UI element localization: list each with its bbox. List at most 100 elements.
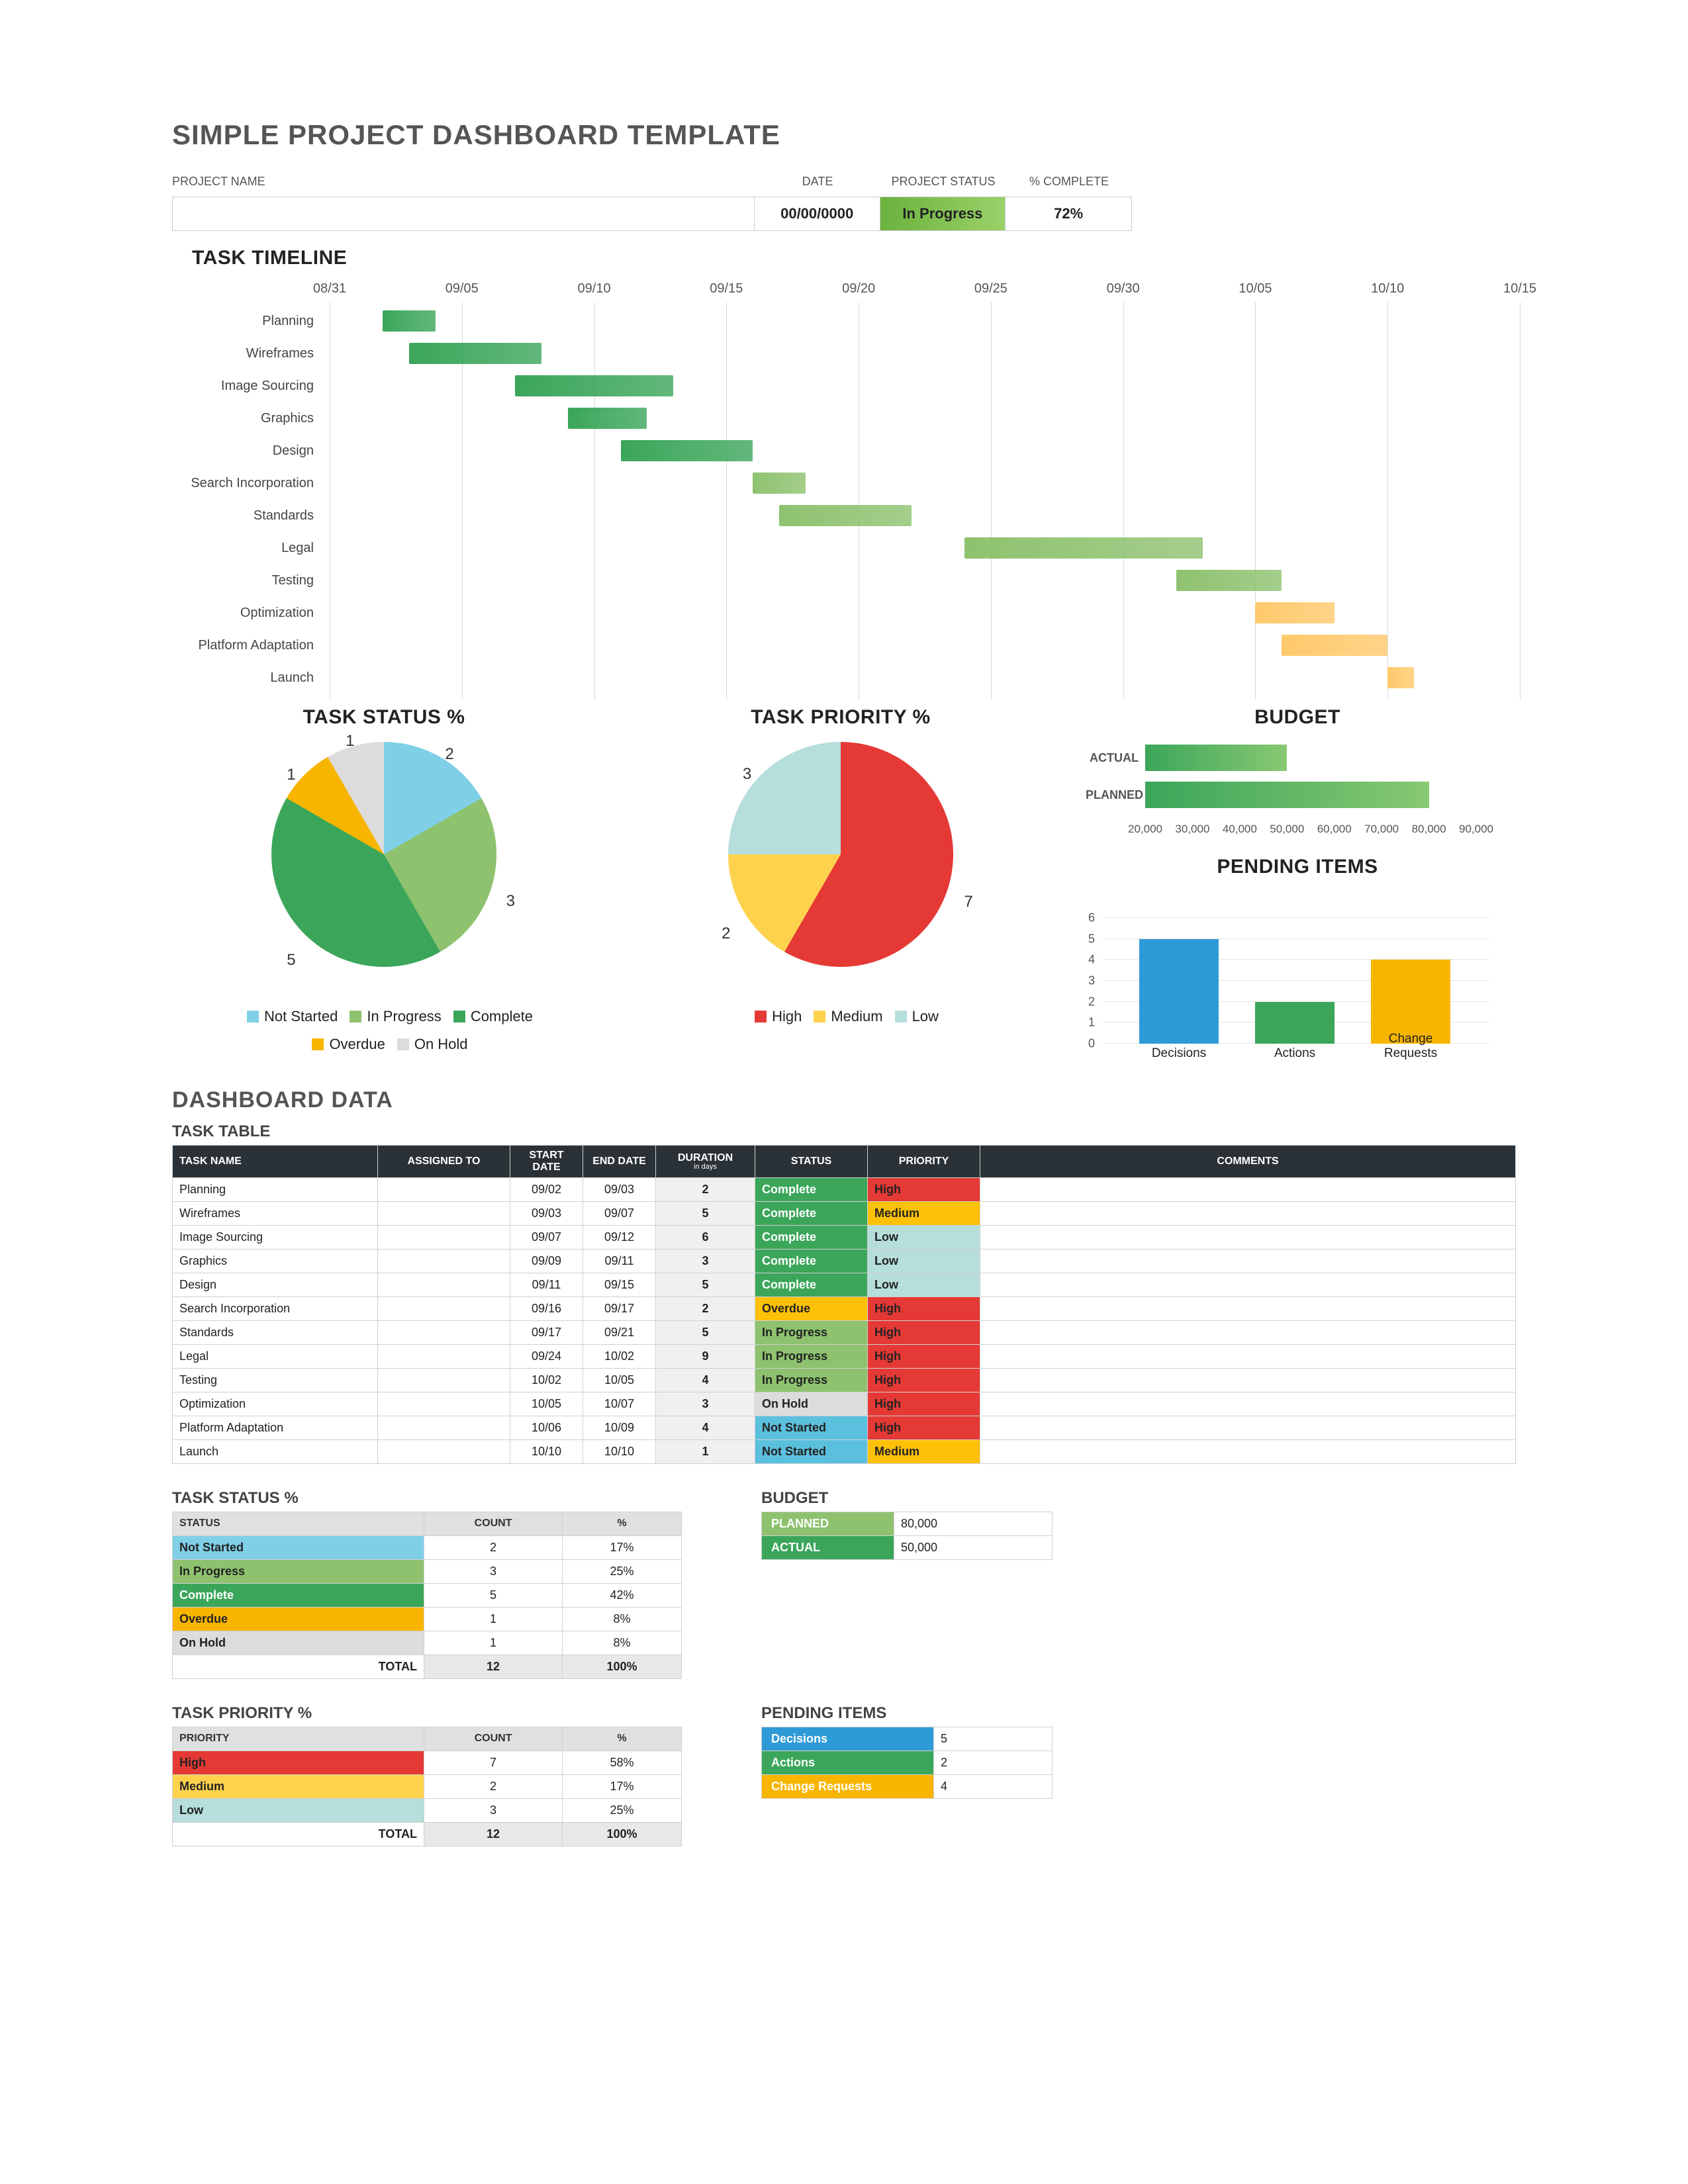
task-row[interactable]: Legal09/2410/029In ProgressHigh <box>173 1344 1516 1368</box>
task-cell[interactable]: On Hold <box>755 1392 868 1416</box>
task-cell[interactable] <box>378 1439 510 1463</box>
project-date-cell[interactable]: 00/00/0000 <box>755 197 880 230</box>
task-cell[interactable]: Planning <box>173 1177 378 1201</box>
task-cell[interactable]: In Progress <box>755 1368 868 1392</box>
task-cell[interactable]: Not Started <box>755 1416 868 1439</box>
task-cell[interactable]: 09/17 <box>510 1320 583 1344</box>
task-cell[interactable]: Search Incorporation <box>173 1297 378 1320</box>
task-cell[interactable] <box>980 1297 1516 1320</box>
task-cell[interactable]: 09/12 <box>583 1225 656 1249</box>
task-cell[interactable]: 09/03 <box>583 1177 656 1201</box>
task-cell[interactable]: Graphics <box>173 1249 378 1273</box>
task-cell[interactable] <box>378 1320 510 1344</box>
task-cell[interactable]: 5 <box>656 1201 755 1225</box>
task-cell[interactable]: High <box>868 1392 980 1416</box>
task-cell[interactable]: 3 <box>656 1249 755 1273</box>
task-cell[interactable]: 4 <box>656 1368 755 1392</box>
task-cell[interactable]: Medium <box>868 1201 980 1225</box>
task-cell[interactable]: 10/07 <box>583 1392 656 1416</box>
task-row[interactable]: Wireframes 09/0309/075CompleteMedium <box>173 1201 1516 1225</box>
task-cell[interactable]: Platform Adaptation <box>173 1416 378 1439</box>
task-cell[interactable]: Complete <box>755 1177 868 1201</box>
task-cell[interactable]: 5 <box>656 1273 755 1297</box>
task-row[interactable]: Standards 09/1709/215In ProgressHigh <box>173 1320 1516 1344</box>
task-cell[interactable] <box>980 1273 1516 1297</box>
task-cell[interactable] <box>378 1249 510 1273</box>
task-cell[interactable]: 09/21 <box>583 1320 656 1344</box>
task-row[interactable]: Platform Adaptation10/0610/094Not Starte… <box>173 1416 1516 1439</box>
task-cell[interactable]: Low <box>868 1225 980 1249</box>
task-cell[interactable]: 10/10 <box>583 1439 656 1463</box>
task-cell[interactable]: 2 <box>656 1297 755 1320</box>
task-cell[interactable] <box>378 1273 510 1297</box>
task-row[interactable]: Image Sourcing09/0709/126CompleteLow <box>173 1225 1516 1249</box>
task-cell[interactable]: 10/05 <box>510 1392 583 1416</box>
task-cell[interactable]: 09/07 <box>583 1201 656 1225</box>
task-cell[interactable] <box>980 1320 1516 1344</box>
task-cell[interactable]: 1 <box>656 1439 755 1463</box>
task-cell[interactable]: 10/09 <box>583 1416 656 1439</box>
task-cell[interactable]: 3 <box>656 1392 755 1416</box>
task-cell[interactable]: 09/24 <box>510 1344 583 1368</box>
task-cell[interactable]: Not Started <box>755 1439 868 1463</box>
task-cell[interactable] <box>378 1225 510 1249</box>
task-cell[interactable]: High <box>868 1177 980 1201</box>
task-cell[interactable]: 09/15 <box>583 1273 656 1297</box>
task-cell[interactable] <box>378 1392 510 1416</box>
task-cell[interactable]: Complete <box>755 1273 868 1297</box>
task-cell[interactable] <box>980 1344 1516 1368</box>
task-cell[interactable]: 10/10 <box>510 1439 583 1463</box>
task-cell[interactable] <box>980 1249 1516 1273</box>
task-cell[interactable]: Optimization <box>173 1392 378 1416</box>
task-cell[interactable]: 10/05 <box>583 1368 656 1392</box>
task-row[interactable]: Search Incorporation 09/1609/172OverdueHi… <box>173 1297 1516 1320</box>
task-cell[interactable]: 09/09 <box>510 1249 583 1273</box>
task-cell[interactable]: Low <box>868 1273 980 1297</box>
task-cell[interactable]: High <box>868 1344 980 1368</box>
task-cell[interactable] <box>980 1177 1516 1201</box>
task-cell[interactable]: High <box>868 1297 980 1320</box>
task-cell[interactable]: Testing <box>173 1368 378 1392</box>
project-name-cell[interactable] <box>173 197 755 230</box>
task-cell[interactable] <box>980 1439 1516 1463</box>
task-cell[interactable] <box>378 1201 510 1225</box>
task-cell[interactable] <box>378 1368 510 1392</box>
task-cell[interactable]: Image Sourcing <box>173 1225 378 1249</box>
task-cell[interactable]: 4 <box>656 1416 755 1439</box>
task-cell[interactable]: Complete <box>755 1201 868 1225</box>
task-cell[interactable] <box>980 1392 1516 1416</box>
task-cell[interactable]: 09/02 <box>510 1177 583 1201</box>
task-cell[interactable]: 2 <box>656 1177 755 1201</box>
task-cell[interactable]: Medium <box>868 1439 980 1463</box>
task-cell[interactable]: 09/03 <box>510 1201 583 1225</box>
task-row[interactable]: Planning 09/0209/032CompleteHigh <box>173 1177 1516 1201</box>
task-row[interactable]: Testing 10/0210/054In ProgressHigh <box>173 1368 1516 1392</box>
task-cell[interactable] <box>378 1177 510 1201</box>
task-cell[interactable]: High <box>868 1416 980 1439</box>
task-cell[interactable]: 09/07 <box>510 1225 583 1249</box>
task-cell[interactable]: High <box>868 1368 980 1392</box>
task-row[interactable]: Graphics09/0909/113CompleteLow <box>173 1249 1516 1273</box>
task-cell[interactable] <box>980 1368 1516 1392</box>
task-cell[interactable] <box>378 1344 510 1368</box>
task-cell[interactable]: Low <box>868 1249 980 1273</box>
task-cell[interactable]: Complete <box>755 1249 868 1273</box>
task-cell[interactable]: 10/02 <box>583 1344 656 1368</box>
task-cell[interactable] <box>378 1297 510 1320</box>
task-cell[interactable]: Design <box>173 1273 378 1297</box>
task-cell[interactable]: 09/16 <box>510 1297 583 1320</box>
task-cell[interactable]: High <box>868 1320 980 1344</box>
task-cell[interactable]: In Progress <box>755 1320 868 1344</box>
task-cell[interactable] <box>980 1416 1516 1439</box>
task-cell[interactable]: 10/02 <box>510 1368 583 1392</box>
task-cell[interactable]: 5 <box>656 1320 755 1344</box>
task-cell[interactable]: Overdue <box>755 1297 868 1320</box>
task-cell[interactable]: Wireframes <box>173 1201 378 1225</box>
task-cell[interactable]: In Progress <box>755 1344 868 1368</box>
task-cell[interactable]: 9 <box>656 1344 755 1368</box>
task-cell[interactable] <box>980 1201 1516 1225</box>
project-status-cell[interactable]: In Progress <box>880 197 1006 230</box>
task-cell[interactable]: 09/17 <box>583 1297 656 1320</box>
task-cell[interactable]: Launch <box>173 1439 378 1463</box>
task-cell[interactable]: Standards <box>173 1320 378 1344</box>
